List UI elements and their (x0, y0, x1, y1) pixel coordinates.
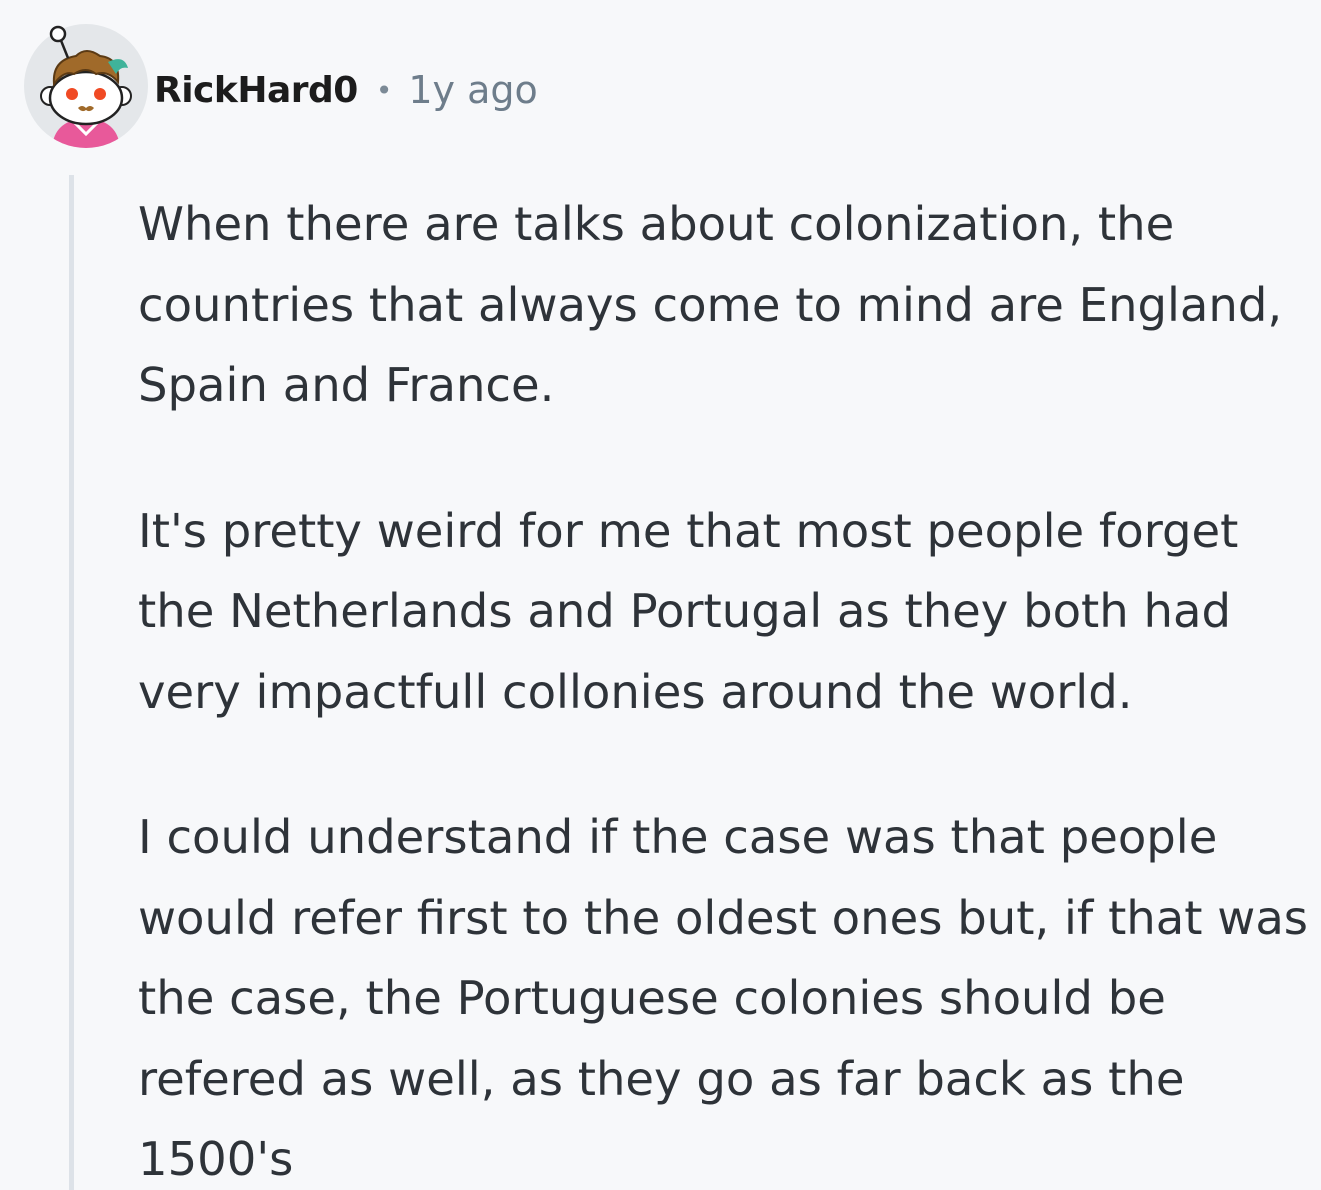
thread-line[interactable] (69, 175, 74, 1190)
comment-body: When there are talks about colonization,… (138, 184, 1313, 1190)
avatar[interactable] (24, 24, 148, 148)
comment-header: RickHard0 • 1y ago (154, 60, 538, 120)
reddit-snoo-avatar-icon (24, 24, 148, 148)
comment: RickHard0 • 1y ago When there are talks … (0, 0, 1321, 1190)
username-link[interactable]: RickHard0 (154, 70, 358, 111)
comment-paragraph: When there are talks about colonization,… (138, 197, 1283, 412)
timestamp-link[interactable]: 1y ago (408, 68, 537, 112)
comment-paragraph: It's pretty weird for me that most peopl… (138, 503, 1239, 719)
separator-dot: • (375, 73, 393, 107)
comment-paragraph: I could understand if the case was that … (138, 810, 1309, 1186)
